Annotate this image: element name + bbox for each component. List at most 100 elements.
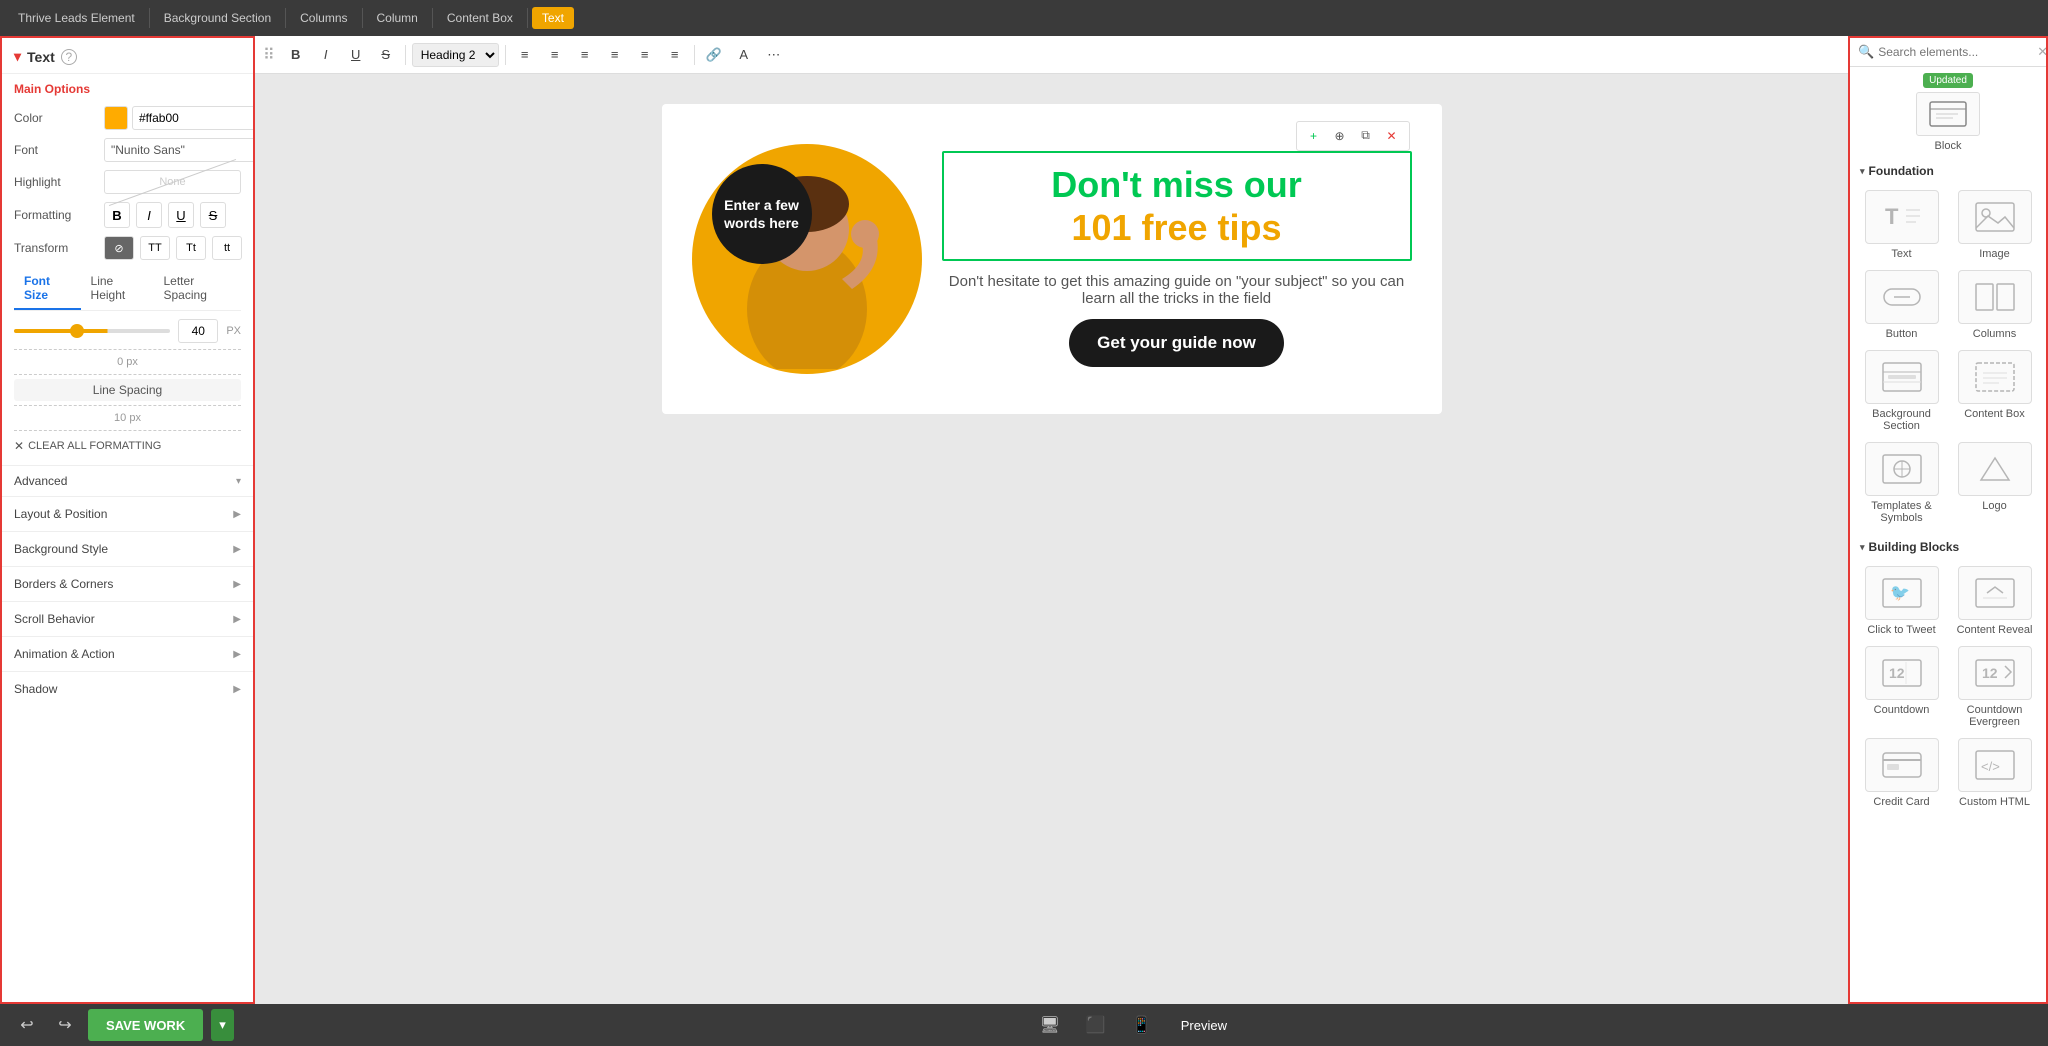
element-image[interactable]: Image — [1953, 190, 2036, 260]
content-box-svg — [1973, 360, 2017, 394]
save-dropdown-button[interactable]: ▾ — [211, 1009, 234, 1041]
credit-card-svg — [1880, 748, 1924, 782]
left-panel: ▾ Text ? Main Options Color Font — [0, 36, 255, 1004]
bold-toolbar-btn[interactable]: B — [283, 42, 309, 68]
scroll-arrow: ▶ — [233, 614, 241, 625]
element-background-section[interactable]: Background Section — [1860, 350, 1943, 432]
underline-toolbar-btn[interactable]: U — [343, 42, 369, 68]
move-element-btn[interactable]: ⊕ — [1329, 125, 1351, 147]
transform-capitalize-button[interactable]: Tt — [176, 236, 206, 260]
updated-badge: Updated — [1923, 73, 1973, 88]
align-left-btn[interactable]: ≡ — [512, 42, 538, 68]
nav-background-section[interactable]: Background Section — [154, 7, 281, 29]
click-tweet-svg: 🐦 — [1880, 576, 1924, 610]
italic-toolbar-btn[interactable]: I — [313, 42, 339, 68]
collapse-arrow[interactable]: ▾ — [14, 48, 21, 65]
mobile-btn[interactable]: 📱 — [1127, 1010, 1157, 1040]
preview-button[interactable]: Preview — [1173, 1014, 1235, 1037]
align-justify-btn[interactable]: ≡ — [602, 42, 628, 68]
text-element-label: Text — [1891, 248, 1911, 260]
more-btn[interactable]: ⋯ — [761, 42, 787, 68]
shadow-header[interactable]: Shadow ▶ — [2, 672, 253, 706]
building-blocks-arrow: ▾ — [1860, 542, 1865, 553]
cta-button[interactable]: Get your guide now — [1069, 319, 1284, 367]
svg-text:</>: </> — [1981, 759, 2000, 774]
element-click-to-tweet[interactable]: 🐦 Click to Tweet — [1860, 566, 1943, 636]
button-svg — [1880, 280, 1924, 314]
drag-handle[interactable]: ⠿ — [263, 45, 275, 65]
tab-line-height[interactable]: Line Height — [81, 268, 154, 310]
background-style-header[interactable]: Background Style ▶ — [2, 532, 253, 566]
underline-button[interactable]: U — [168, 202, 194, 228]
color-input[interactable] — [132, 106, 255, 130]
bold-button[interactable]: B — [104, 202, 130, 228]
element-text[interactable]: T Text — [1860, 190, 1943, 260]
bg-style-arrow: ▶ — [233, 544, 241, 555]
add-element-btn[interactable]: + — [1303, 125, 1325, 147]
app: Thrive Leads Element Background Section … — [0, 0, 2048, 1046]
redo-button[interactable]: ↪ — [50, 1010, 80, 1040]
element-logo[interactable]: Logo — [1953, 442, 2036, 524]
link-btn[interactable]: 🔗 — [701, 42, 727, 68]
transform-none-button[interactable]: ⊘ — [104, 236, 134, 260]
countdown-icon: 12 — [1865, 646, 1939, 700]
transform-uppercase-button[interactable]: TT — [140, 236, 170, 260]
scroll-behavior-header[interactable]: Scroll Behavior ▶ — [2, 602, 253, 636]
heading-select[interactable]: Heading 2 Heading 1 Heading 3 Paragraph — [412, 43, 499, 67]
lead-box: Enter a few words here + ⊕ — [662, 104, 1442, 414]
animation-action-header[interactable]: Animation & Action ▶ — [2, 637, 253, 671]
delete-element-btn[interactable]: ✕ — [1381, 125, 1403, 147]
element-custom-html[interactable]: </> Custom HTML — [1953, 738, 2036, 808]
tab-font-size[interactable]: Font Size — [14, 268, 81, 310]
nav-text[interactable]: Text — [532, 7, 574, 29]
element-content-box[interactable]: Content Box — [1953, 350, 2036, 432]
divider-5 — [527, 8, 528, 28]
help-icon[interactable]: ? — [61, 49, 77, 65]
strikethrough-button[interactable]: S — [200, 202, 226, 228]
undo-button[interactable]: ↩ — [12, 1010, 42, 1040]
color-toolbar-btn[interactable]: A — [731, 42, 757, 68]
align-center-btn[interactable]: ≡ — [542, 42, 568, 68]
list-unordered-btn[interactable]: ≡ — [632, 42, 658, 68]
align-right-btn[interactable]: ≡ — [572, 42, 598, 68]
desktop-btn[interactable]: 🖥 — [1035, 1010, 1065, 1040]
advanced-label: Advanced — [14, 474, 67, 488]
layout-position-header[interactable]: Layout & Position ▶ — [2, 497, 253, 531]
borders-corners-header[interactable]: Borders & Corners ▶ — [2, 567, 253, 601]
nav-columns[interactable]: Columns — [290, 7, 357, 29]
element-button[interactable]: Button — [1860, 270, 1943, 340]
strikethrough-toolbar-btn[interactable]: S — [373, 42, 399, 68]
nav-thrive-leads[interactable]: Thrive Leads Element — [8, 7, 145, 29]
block-item[interactable]: Updated Block — [1916, 73, 1980, 152]
line-spacing-box[interactable]: Line Spacing — [14, 379, 241, 401]
nav-column[interactable]: Column — [367, 7, 428, 29]
search-close-icon[interactable]: ✕ — [2037, 44, 2048, 60]
foundation-label: Foundation — [1869, 164, 1934, 178]
tab-letter-spacing[interactable]: Letter Spacing — [154, 268, 242, 310]
font-size-slider[interactable] — [14, 329, 170, 333]
columns-element-label: Columns — [1973, 328, 2016, 340]
selected-text-box[interactable]: + ⊕ ⧉ ✕ Don't miss our 101 free tips — [942, 151, 1412, 261]
element-credit-card[interactable]: Credit Card — [1860, 738, 1943, 808]
highlight-box[interactable]: None — [104, 170, 241, 194]
search-input[interactable] — [1878, 45, 2033, 59]
element-templates[interactable]: Templates & Symbols — [1860, 442, 1943, 524]
clear-formatting-button[interactable]: ✕ CLEAR ALL FORMATTING — [14, 435, 241, 457]
font-input[interactable] — [104, 138, 255, 162]
transform-lowercase-button[interactable]: tt — [212, 236, 242, 260]
nav-content-box[interactable]: Content Box — [437, 7, 523, 29]
element-countdown-evergreen[interactable]: 12 Countdown Evergreen — [1953, 646, 2036, 728]
circle-overlay: Enter a few words here — [712, 164, 812, 264]
italic-button[interactable]: I — [136, 202, 162, 228]
advanced-row[interactable]: Advanced ▾ — [2, 465, 253, 496]
color-swatch[interactable] — [104, 106, 128, 130]
element-countdown[interactable]: 12 Countdown — [1860, 646, 1943, 728]
tablet-btn[interactable]: ⬛ — [1081, 1010, 1111, 1040]
font-size-input[interactable] — [178, 319, 218, 343]
element-columns[interactable]: Columns — [1953, 270, 2036, 340]
save-button[interactable]: SAVE WORK — [88, 1009, 203, 1041]
list-ordered-btn[interactable]: ≡ — [662, 42, 688, 68]
duplicate-element-btn[interactable]: ⧉ — [1355, 125, 1377, 147]
spacing-top-label: 0 px — [14, 354, 241, 370]
element-content-reveal[interactable]: Content Reveal — [1953, 566, 2036, 636]
